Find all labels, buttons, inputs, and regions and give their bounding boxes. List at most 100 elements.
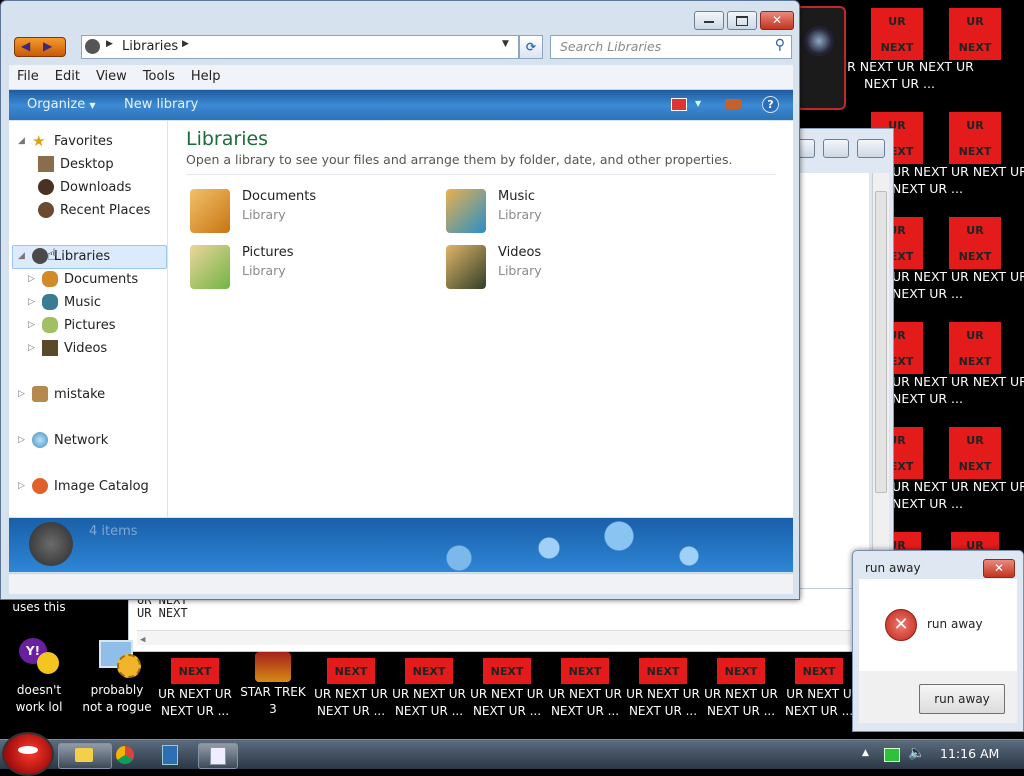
yahoo-messenger-icon: Y! bbox=[17, 636, 61, 680]
desktop-icon-ur-next[interactable]: NEXT UR NEXT UR NEXT UR ... bbox=[702, 658, 780, 720]
desktop-icon-yahoo[interactable]: Y! doesn't work lol bbox=[0, 636, 78, 716]
desktop-icon-ur-next[interactable]: UR NEXT bbox=[936, 427, 1014, 479]
menu-help[interactable]: Help bbox=[183, 65, 229, 88]
desktop-icon-star-trek[interactable]: STAR TREK 3 bbox=[234, 652, 312, 718]
breadcrumb-chevron-icon[interactable]: ▶ bbox=[106, 39, 113, 49]
taskbar-explorer[interactable] bbox=[58, 743, 112, 769]
minimize-button[interactable] bbox=[694, 11, 724, 30]
desktop-icon-ur-next[interactable]: NEXT UR NEXT UR NEXT UR ... bbox=[624, 658, 702, 720]
desktop-icon-ur-next[interactable]: UR NEXT bbox=[858, 8, 936, 60]
desktop-icon-ur-next[interactable]: UR NEXT bbox=[936, 217, 1014, 269]
help-icon[interactable]: ? bbox=[762, 96, 779, 113]
nav-item-favorites[interactable]: ◢ ★ Favorites bbox=[18, 133, 113, 149]
horizontal-scrollbar[interactable]: ◀ bbox=[137, 630, 851, 645]
desktop-icon-ur-next[interactable]: NEXT UR NEXT UR NEXT UR ... bbox=[390, 658, 468, 720]
nav-item-music[interactable]: ▷ Music bbox=[28, 294, 101, 310]
search-input[interactable]: Search Libraries ⚲ bbox=[550, 35, 792, 59]
gears-computer-icon bbox=[95, 636, 141, 680]
ur-next-tile-icon: NEXT bbox=[795, 658, 843, 684]
address-dropdown-icon[interactable]: ▼ bbox=[502, 39, 509, 49]
nav-item-libraries[interactable]: ◢ Libraries bbox=[18, 248, 110, 264]
nav-item-videos[interactable]: ▷ Videos bbox=[28, 340, 107, 356]
menu-tools[interactable]: Tools bbox=[135, 65, 183, 88]
dialog-title: run away bbox=[865, 561, 921, 575]
breadcrumb-libraries[interactable]: Libraries bbox=[122, 39, 178, 54]
scrollbar-thumb[interactable] bbox=[875, 191, 887, 493]
new-library-button[interactable]: New library bbox=[124, 97, 198, 112]
desktop-icon-ur-next[interactable]: UR NEXT bbox=[936, 8, 1014, 60]
desktop-icon-label: NEXT UR ... bbox=[892, 496, 963, 511]
nav-item-desktop[interactable]: Desktop bbox=[38, 156, 114, 172]
collapse-arrow-icon[interactable]: ▷ bbox=[18, 389, 26, 399]
menu-edit[interactable]: Edit bbox=[47, 65, 88, 88]
breadcrumb-chevron-icon[interactable]: ▶ bbox=[182, 39, 189, 49]
nav-item-image-catalog[interactable]: ▷ Image Catalog bbox=[18, 478, 149, 494]
nav-item-mistake[interactable]: ▷ mistake bbox=[18, 386, 105, 402]
view-options-icon[interactable] bbox=[671, 98, 687, 111]
close-icon: ✕ bbox=[771, 13, 783, 27]
library-item-music[interactable]: Music Library bbox=[446, 189, 542, 233]
refresh-icon: ⟳ bbox=[525, 40, 537, 54]
network-status-icon[interactable] bbox=[884, 748, 900, 762]
expand-arrow-icon[interactable]: ◢ bbox=[18, 251, 26, 261]
ur-next-tile-icon: UR NEXT bbox=[949, 427, 1001, 479]
taskbar-clock[interactable]: 11:16 AM bbox=[940, 746, 999, 761]
collapse-arrow-icon[interactable]: ▷ bbox=[18, 435, 26, 445]
nav-item-downloads[interactable]: Downloads bbox=[38, 179, 131, 195]
angry-bird-icon bbox=[18, 746, 38, 754]
desktop-icon-ur-next[interactable]: UR NEXT bbox=[936, 322, 1014, 374]
chevron-down-icon[interactable]: ▼ bbox=[695, 99, 701, 108]
explorer-window[interactable]: ✕ ◀ ▶ ▶ Libraries ▶ ▼ ⟳ Search Libraries… bbox=[0, 0, 800, 600]
show-hidden-icons[interactable]: ▲ bbox=[862, 748, 869, 758]
collapse-arrow-icon[interactable]: ▷ bbox=[28, 274, 36, 284]
library-item-videos[interactable]: Videos Library bbox=[446, 245, 542, 289]
volume-icon[interactable]: 🔈 bbox=[908, 745, 925, 761]
close-button[interactable]: ✕ bbox=[760, 11, 794, 30]
nav-item-documents[interactable]: ▷ Documents bbox=[28, 271, 138, 287]
downloads-icon bbox=[38, 179, 54, 195]
collapse-arrow-icon[interactable]: ▷ bbox=[28, 343, 36, 353]
close-button[interactable] bbox=[857, 139, 885, 158]
taskbar-notepad[interactable] bbox=[198, 743, 238, 769]
webcam-app-icon[interactable] bbox=[796, 6, 846, 110]
desktop-icon-ur-next[interactable]: UR NEXT bbox=[936, 112, 1014, 164]
nav-item-recent-places[interactable]: Recent Places bbox=[38, 202, 150, 218]
start-button[interactable] bbox=[2, 732, 54, 776]
desktop-icon-ur-next[interactable]: NEXT UR NEXT UR NEXT UR ... bbox=[156, 658, 234, 720]
close-button[interactable]: ✕ bbox=[983, 559, 1015, 578]
menu-file[interactable]: File bbox=[9, 65, 47, 88]
library-item-pictures[interactable]: Pictures Library bbox=[190, 245, 293, 289]
address-bar[interactable]: ▶ Libraries ▶ ▼ bbox=[81, 35, 519, 59]
status-bar bbox=[9, 573, 793, 594]
desktop-icon-ur-next[interactable]: NEXT UR NEXT UR NEXT UR ... bbox=[468, 658, 546, 720]
maximize-button[interactable] bbox=[823, 139, 849, 158]
maximize-button[interactable] bbox=[727, 11, 757, 30]
search-icon[interactable]: ⚲ bbox=[775, 37, 785, 53]
library-item-documents[interactable]: Documents Library bbox=[190, 189, 316, 233]
run-away-button[interactable]: run away bbox=[919, 684, 1005, 714]
chrome-icon[interactable] bbox=[116, 746, 134, 764]
desktop-icon-ur-next[interactable]: NEXT UR NEXT U NEXT UR ... bbox=[780, 658, 858, 720]
menu-view[interactable]: View bbox=[88, 65, 135, 88]
book-icon[interactable] bbox=[162, 745, 178, 765]
details-pane: 4 items bbox=[9, 518, 793, 572]
star-trek-icon bbox=[255, 652, 291, 682]
desktop-icon-ur-next[interactable]: NEXT UR NEXT UR NEXT UR ... bbox=[546, 658, 624, 720]
forward-arrow-icon[interactable]: ▶ bbox=[43, 39, 52, 53]
expand-arrow-icon[interactable]: ◢ bbox=[18, 136, 26, 146]
close-icon: ✕ bbox=[993, 561, 1005, 575]
refresh-button[interactable]: ⟳ bbox=[519, 35, 543, 59]
back-arrow-icon[interactable]: ◀ bbox=[21, 39, 30, 53]
collapse-arrow-icon[interactable]: ▷ bbox=[18, 481, 26, 491]
error-dialog[interactable]: run away ✕ ✕ run away run away bbox=[852, 550, 1024, 732]
desktop-icon-ur-next[interactable]: NEXT UR NEXT UR NEXT UR ... bbox=[312, 658, 390, 720]
preview-pane-icon[interactable] bbox=[725, 99, 741, 109]
desktop-icon-rogue[interactable]: probably not a rogue bbox=[78, 636, 156, 716]
desktop-icon-label: UR NEXT UR NEXT UR bbox=[892, 479, 1024, 494]
collapse-arrow-icon[interactable]: ▷ bbox=[28, 297, 36, 307]
nav-item-network[interactable]: ▷ Network bbox=[18, 432, 108, 448]
collapse-arrow-icon[interactable]: ▷ bbox=[28, 320, 36, 330]
nav-item-pictures[interactable]: ▷ Pictures bbox=[28, 317, 115, 333]
organize-button[interactable]: Organize ▼ bbox=[27, 97, 96, 112]
ur-next-tile-icon: NEXT bbox=[561, 658, 609, 684]
